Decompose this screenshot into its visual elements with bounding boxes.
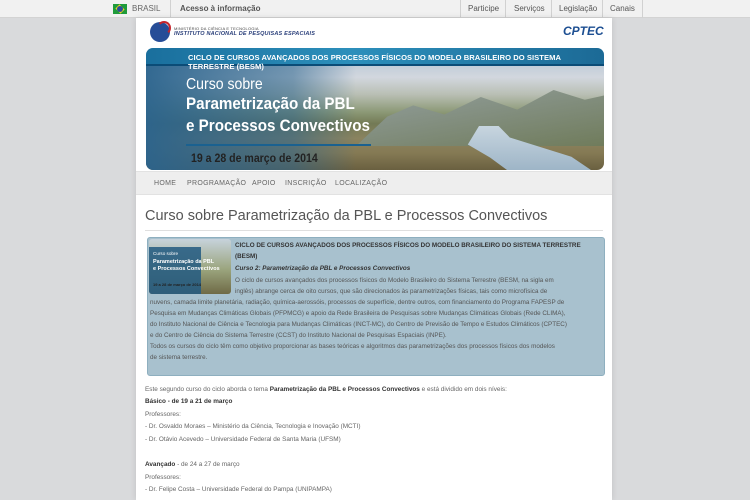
divider [602, 0, 603, 18]
country-link[interactable]: BRASIL [132, 4, 160, 13]
brazil-flag-icon[interactable] [113, 4, 127, 14]
advanced-professors-label: Professores: [145, 474, 181, 481]
intro-line: Pesquisa em Mudanças Climáticas Globais … [150, 310, 566, 317]
intro-line: Todos os cursos do ciclo têm como objeti… [150, 343, 555, 350]
site-header: MINISTÉRIO DA CIÊNCIA E TECNOLOGIA INSTI… [136, 18, 612, 48]
banner-course-title-line1: Parametrização da PBL [186, 95, 355, 113]
intro-box: Curso sobre Parametrização da PBL e Proc… [147, 237, 605, 376]
intro-subheading: Curso 2: Parametrização da PBL e Process… [235, 265, 411, 272]
nav-programacao[interactable]: PROGRAMAÇÃO [187, 180, 246, 187]
divider [460, 0, 461, 18]
course-thumbnail: Curso sobre Parametrização da PBL e Proc… [149, 239, 231, 294]
thumb-title-line2: e Processos Convectivos [153, 266, 220, 272]
inpe-logo-icon[interactable] [150, 21, 171, 42]
hero-banner: CICLO DE CURSOS AVANÇADOS DOS PROCESSOS … [146, 48, 604, 170]
advanced-level: Avançado - de 24 a 27 de março [145, 461, 240, 468]
intro-line: de sistema terrestre. [150, 354, 208, 361]
banner-course-title-line2: e Processos Convectivos [186, 117, 370, 135]
cptec-logo[interactable]: CPTEC [563, 24, 604, 38]
professor-item: - Dr. Felipe Costa – Universidade Federa… [145, 486, 332, 493]
nav-canais-link[interactable]: Canais [610, 4, 635, 13]
divider [505, 0, 506, 18]
intro-line: do Instituto Nacional de Ciência e Tecno… [150, 321, 567, 328]
banner-course-label: Curso sobre [186, 76, 263, 93]
banner-series-title: CICLO DE CURSOS AVANÇADOS DOS PROCESSOS … [188, 53, 561, 71]
banner-divider [186, 144, 371, 146]
nav-servicos-link[interactable]: Serviços [514, 4, 545, 13]
intro-line: inglês) abrange cerca de oito cursos, qu… [235, 288, 548, 295]
theme-paragraph: Este segundo curso do ciclo aborda o tem… [145, 386, 507, 393]
page-container: MINISTÉRIO DA CIÊNCIA E TECNOLOGIA INSTI… [136, 18, 612, 500]
title-divider [145, 230, 603, 231]
nav-localizacao[interactable]: LOCALIZAÇÃO [335, 180, 387, 187]
nav-participe-link[interactable]: Participe [468, 4, 499, 13]
nav-legislacao-link[interactable]: Legislação [559, 4, 597, 13]
page-title: Curso sobre Parametrização da PBL e Proc… [145, 208, 548, 224]
gov-top-bar: BRASIL Acesso à informação Participe Ser… [0, 0, 750, 18]
divider [642, 0, 643, 18]
professor-item: - Dr. Osvaldo Moraes – Ministério da Ciê… [145, 423, 361, 430]
main-nav: HOME PROGRAMAÇÃO APOIO INSCRIÇÃO LOCALIZ… [136, 171, 612, 195]
intro-heading: CICLO DE CURSOS AVANÇADOS DOS PROCESSOS … [235, 242, 581, 249]
institute-label[interactable]: INSTITUTO NACIONAL DE PESQUISAS ESPACIAI… [174, 31, 315, 37]
theme-highlight: Parametrização da PBL e Processos Convec… [269, 386, 420, 393]
intro-line: e do Centro de Ciência do Sistema Terres… [150, 332, 447, 339]
intro-heading-acronym: (BESM) [235, 253, 258, 260]
access-info-link[interactable]: Acesso à informação [180, 4, 260, 13]
divider [551, 0, 552, 18]
nav-inscricao[interactable]: INSCRIÇÃO [285, 180, 327, 187]
thumb-label: Curso sobre [153, 251, 179, 256]
thumb-date: 19 a 28 de março de 2014 [153, 282, 202, 287]
thumb-title-line1: Parametrização da PBL [153, 259, 215, 265]
nav-home[interactable]: HOME [154, 180, 176, 187]
intro-line: O ciclo de cursos avançados dos processo… [235, 277, 554, 284]
divider [170, 0, 171, 18]
professor-item: - Dr. Otávio Acevedo – Universidade Fede… [145, 436, 341, 443]
banner-date: 19 a 28 de março de 2014 [191, 151, 318, 165]
nav-apoio[interactable]: APOIO [252, 180, 276, 187]
basic-professors-label: Professores: [145, 411, 181, 418]
basic-level: Básico - de 19 a 21 de março [145, 398, 233, 405]
intro-line: nuvens, camada limite planetária, radiaç… [150, 299, 565, 306]
